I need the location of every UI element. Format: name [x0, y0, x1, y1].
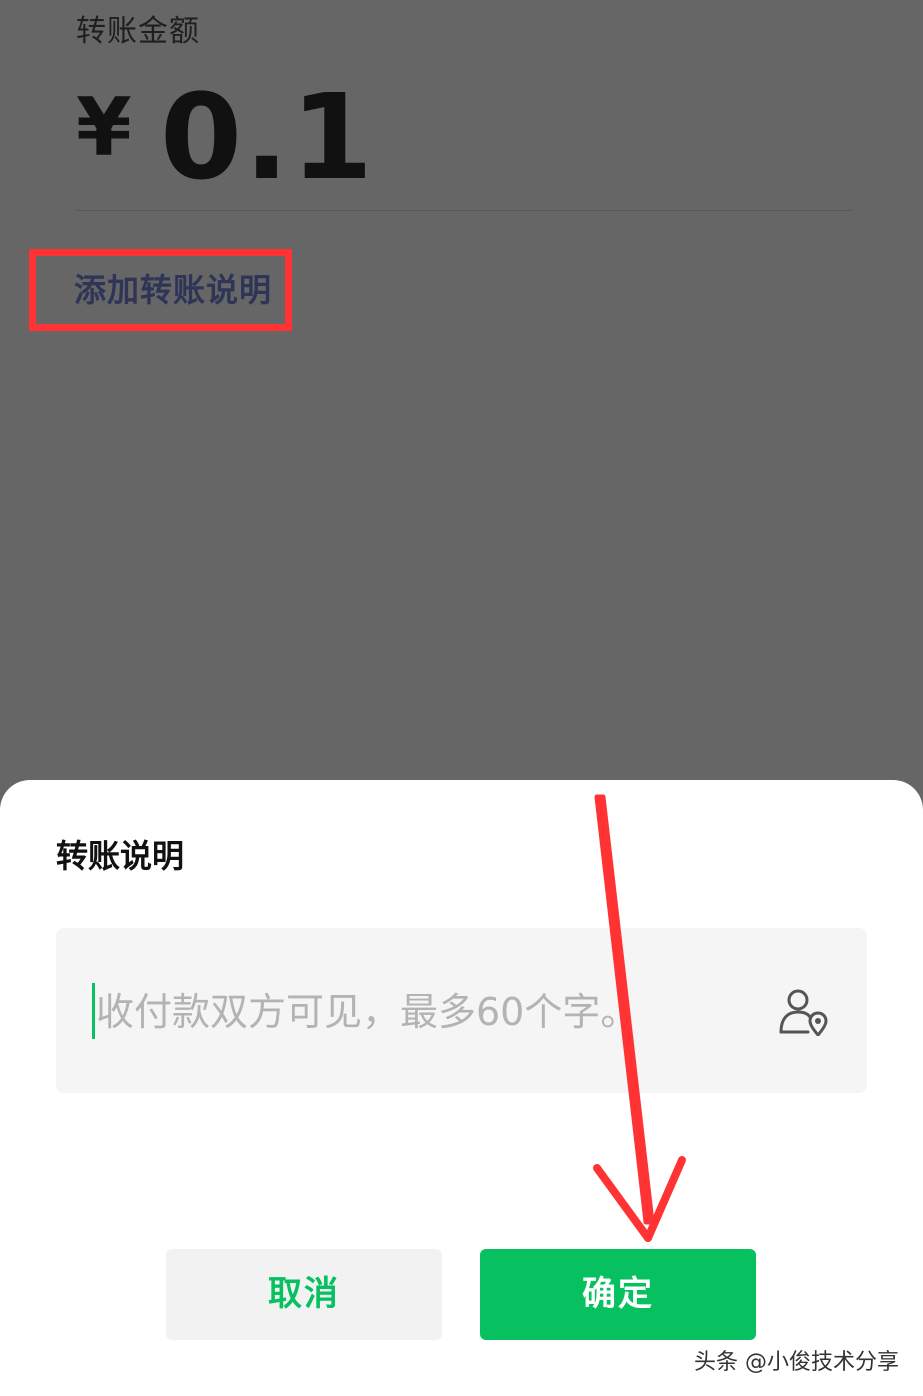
watermark: 头条 @小俊技术分享 — [690, 1348, 903, 1378]
contact-location-icon-svg — [779, 989, 828, 1037]
amount-value: 0.1 — [160, 68, 376, 206]
contact-location-icon[interactable] — [778, 988, 830, 1037]
cancel-button[interactable]: 取消 — [166, 1249, 442, 1340]
text-caret — [92, 983, 95, 1039]
amount-label: 转账金额 — [76, 14, 200, 49]
sheet-title: 转账说明 — [56, 837, 185, 875]
transfer-note-input[interactable] — [96, 980, 756, 1044]
confirm-button[interactable]: 确定 — [480, 1249, 756, 1340]
annotation-highlight-box — [29, 249, 292, 331]
currency-symbol: ¥ — [76, 81, 132, 174]
amount-divider — [76, 210, 852, 211]
